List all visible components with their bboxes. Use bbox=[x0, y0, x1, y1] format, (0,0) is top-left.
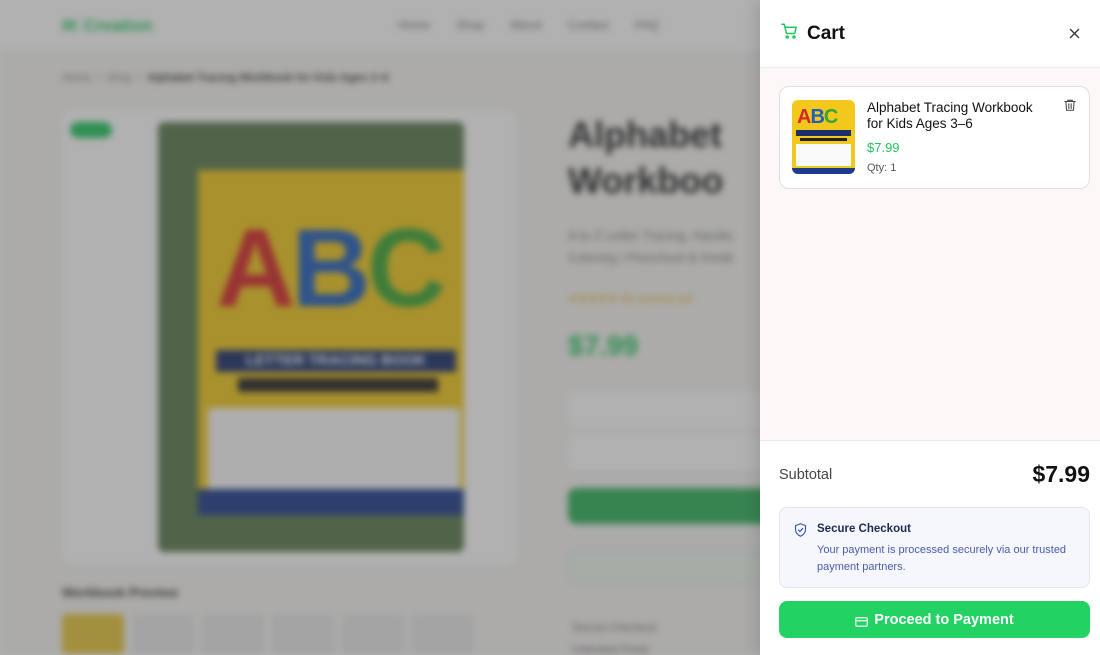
cart-item-qty: Qty: 1 bbox=[867, 162, 897, 174]
close-icon[interactable] bbox=[1066, 26, 1082, 42]
cart-footer: Subtotal $7.99 Secure Checkout Your paym… bbox=[760, 440, 1100, 655]
cart-item: ABC Alphabet Tracing Workbook for Kids A… bbox=[779, 86, 1090, 189]
cart-title: Cart bbox=[807, 22, 846, 44]
cart-icon bbox=[780, 22, 799, 45]
proceed-to-payment-button[interactable]: Proceed to Payment bbox=[779, 601, 1090, 638]
shield-icon bbox=[793, 522, 809, 538]
trash-icon[interactable] bbox=[1063, 98, 1079, 114]
cart-header: Cart bbox=[760, 0, 1100, 68]
subtotal-row: Subtotal $7.99 bbox=[779, 461, 1090, 488]
modal-overlay[interactable] bbox=[0, 0, 760, 655]
secure-checkout-text: Your payment is processed securely via o… bbox=[817, 544, 1067, 573]
secure-checkout-notice: Secure Checkout Your payment is processe… bbox=[779, 507, 1090, 588]
cart-item-thumbnail: ABC bbox=[792, 100, 855, 174]
cart-drawer: Cart ABC Alphabet Tracing Workbook for K… bbox=[760, 0, 1100, 655]
cart-item-name: Alphabet Tracing Workbook for Kids Ages … bbox=[867, 100, 1033, 131]
subtotal-label: Subtotal bbox=[779, 466, 833, 483]
secure-checkout-title: Secure Checkout bbox=[817, 523, 911, 535]
cart-item-price: $7.99 bbox=[867, 140, 900, 155]
proceed-to-payment-label: Proceed to Payment bbox=[874, 611, 1014, 628]
credit-card-icon bbox=[855, 615, 869, 627]
subtotal-value: $7.99 bbox=[1032, 461, 1090, 487]
